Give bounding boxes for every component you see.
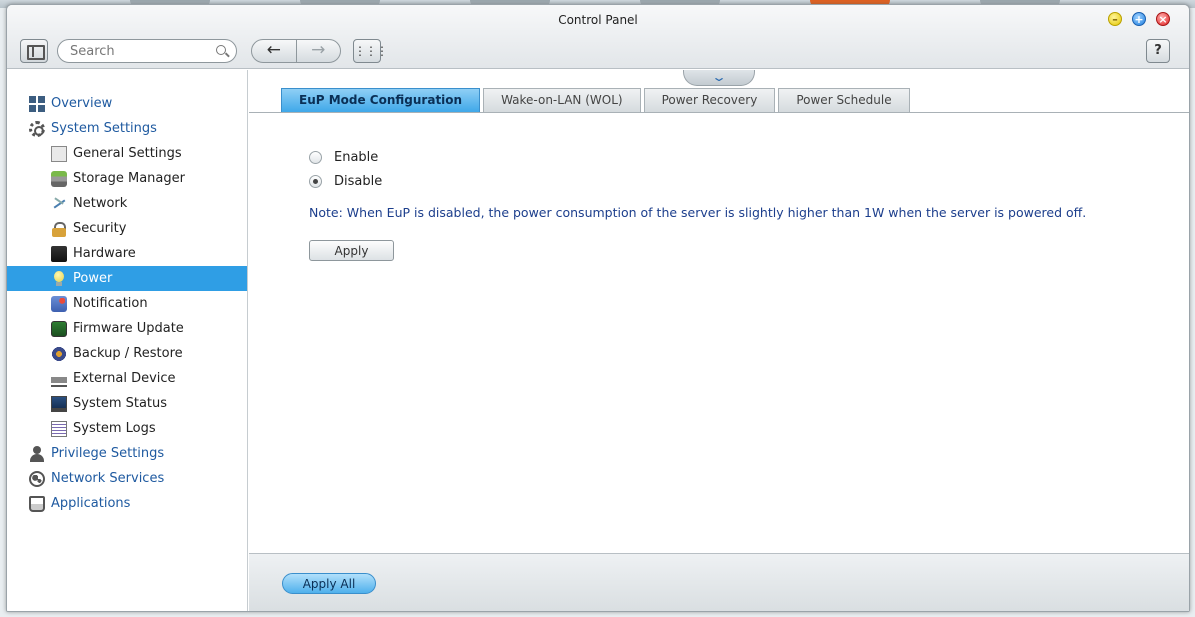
apply-all-button[interactable]: Apply All (282, 573, 376, 594)
sidebar-item-power[interactable]: Power (7, 266, 247, 291)
tab-wake-on-lan[interactable]: Wake-on-LAN (WOL) (483, 88, 641, 112)
sidebar-item-privilege-settings[interactable]: Privilege Settings (7, 441, 247, 466)
window-title: Control Panel (558, 13, 638, 27)
tab-divider (249, 112, 1189, 113)
network-icon (51, 196, 67, 212)
tab-bar: EuP Mode Configuration Wake-on-LAN (WOL)… (281, 88, 913, 112)
globe-icon (29, 470, 45, 487)
sidebar-item-system-settings[interactable]: System Settings (7, 116, 247, 141)
sidebar-item-label: Firmware Update (73, 321, 184, 336)
sidebar-item-security[interactable]: Security (7, 216, 247, 241)
external-device-icon (51, 370, 67, 387)
notification-icon (51, 295, 67, 312)
lock-icon (51, 221, 67, 237)
sidebar-item-label: Network (73, 196, 128, 211)
sidebar-item-label: External Device (73, 371, 176, 386)
sidebar-item-label: System Settings (51, 121, 157, 136)
sidebar-item-storage-manager[interactable]: Storage Manager (7, 166, 247, 191)
bulb-icon (51, 270, 67, 287)
user-icon (29, 445, 45, 462)
gear-icon (29, 120, 45, 137)
sidebar-item-backup-restore[interactable]: Backup / Restore (7, 341, 247, 366)
disable-option[interactable]: Disable (309, 174, 382, 189)
eup-note: Note: When EuP is disabled, the power co… (309, 205, 1086, 220)
logs-icon (51, 420, 67, 437)
sidebar-item-system-status[interactable]: System Status (7, 391, 247, 416)
sidebar-item-label: Power (73, 271, 113, 286)
enable-option[interactable]: Enable (309, 150, 378, 165)
sidebar-item-label: Applications (51, 496, 131, 511)
enable-radio[interactable] (309, 151, 322, 164)
main-content: ⌄ EuP Mode Configuration Wake-on-LAN (WO… (249, 70, 1189, 611)
tab-eup-mode-configuration[interactable]: EuP Mode Configuration (281, 88, 481, 112)
sidebar-item-label: Storage Manager (73, 171, 185, 186)
general-settings-icon (51, 145, 67, 162)
sidebar-item-external-device[interactable]: External Device (7, 366, 247, 391)
sidebar-item-label: Network Services (51, 471, 165, 486)
back-button[interactable]: ← (252, 40, 296, 62)
note-text: When EuP is disabled, the power consumpt… (346, 205, 1087, 220)
applications-icon (29, 495, 45, 512)
footer-bar: Apply All (249, 553, 1189, 611)
sidebar-item-firmware-update[interactable]: Firmware Update (7, 316, 247, 341)
sidebar-item-label: System Logs (73, 421, 156, 436)
storage-manager-icon (51, 170, 67, 187)
chevron-down-icon: ⌄ (710, 70, 728, 84)
hardware-icon (51, 245, 67, 262)
sidebar-item-system-logs[interactable]: System Logs (7, 416, 247, 441)
close-icon[interactable]: × (1156, 12, 1170, 26)
app-grid-button[interactable]: ⋮⋮⋮ (353, 39, 388, 63)
search-input[interactable] (70, 43, 210, 60)
sidebar-item-label: Backup / Restore (73, 346, 183, 361)
tab-power-schedule[interactable]: Power Schedule (778, 88, 910, 112)
sidebar: Overview System Settings General Setting… (7, 70, 248, 611)
sidebar-item-applications[interactable]: Applications (7, 491, 247, 516)
sidebar-item-overview[interactable]: Overview (7, 91, 247, 116)
help-button[interactable]: ? (1146, 39, 1170, 63)
sidebar-item-label: System Status (73, 396, 168, 411)
backup-icon (51, 345, 67, 362)
overview-icon (29, 95, 45, 112)
disable-radio[interactable] (309, 175, 322, 188)
search-icon[interactable] (216, 45, 226, 55)
disable-label: Disable (334, 174, 383, 189)
minimize-icon[interactable]: – (1108, 12, 1122, 26)
note-prefix: Note: (309, 205, 343, 220)
control-panel-window: Control Panel – + × ← → ⋮⋮⋮ ? Overview S… (6, 4, 1190, 612)
sidebar-item-label: General Settings (73, 146, 182, 161)
sidebar-item-label: Overview (51, 96, 113, 111)
monitor-icon (51, 395, 67, 412)
sidebar-item-network[interactable]: Network (7, 191, 247, 216)
apply-button[interactable]: Apply (309, 240, 394, 261)
search-box[interactable] (57, 39, 237, 63)
sidebar-item-general-settings[interactable]: General Settings (7, 141, 247, 166)
collapse-toolbar-handle[interactable]: ⌄ (683, 70, 755, 86)
sidebar-item-notification[interactable]: Notification (7, 291, 247, 316)
sidebar-item-label: Privilege Settings (51, 446, 165, 461)
enable-label: Enable (334, 150, 379, 165)
sidebar-item-network-services[interactable]: Network Services (7, 466, 247, 491)
sidebar-item-hardware[interactable]: Hardware (7, 241, 247, 266)
forward-button[interactable]: → (295, 40, 341, 62)
sidebar-item-label: Notification (73, 296, 148, 311)
firmware-icon (51, 320, 67, 337)
maximize-icon[interactable]: + (1132, 12, 1146, 26)
title-bar: Control Panel – + × ← → ⋮⋮⋮ ? (7, 5, 1189, 69)
sidebar-toggle-button[interactable] (20, 39, 48, 63)
sidebar-item-label: Security (73, 221, 127, 236)
history-nav: ← → (251, 39, 341, 63)
tab-power-recovery[interactable]: Power Recovery (643, 88, 776, 112)
sidebar-item-label: Hardware (73, 246, 136, 261)
